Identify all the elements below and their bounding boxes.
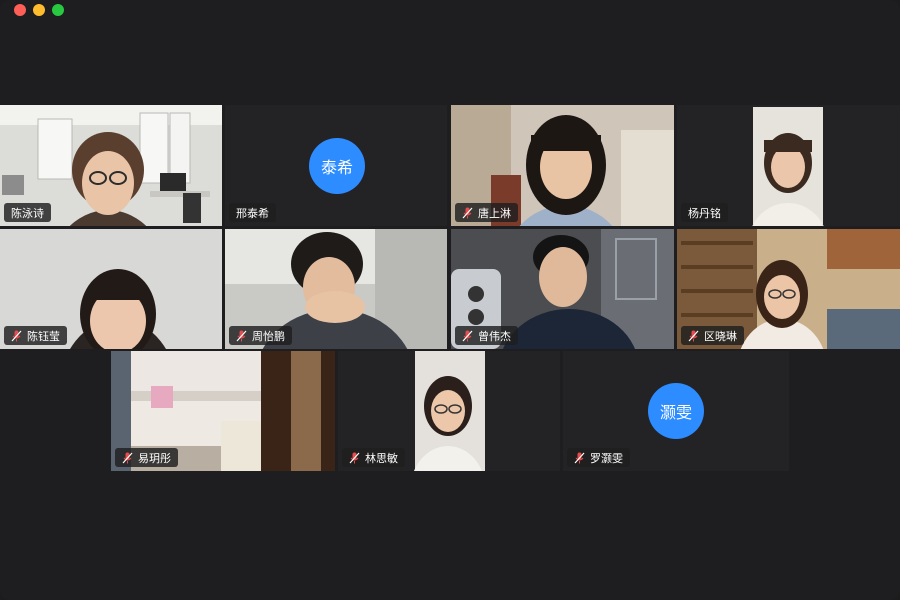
- participant-name-label: 杨丹铭: [681, 203, 728, 222]
- participant-tile[interactable]: 区晓琳: [677, 229, 900, 349]
- participant-tile[interactable]: 陈钰莹: [0, 229, 222, 349]
- participant-tile[interactable]: 陈泳诗: [0, 105, 222, 226]
- participant-tile-active-speaker[interactable]: 杨丹铭: [677, 105, 900, 226]
- participant-tile[interactable]: 唐上淋: [451, 105, 674, 226]
- participant-name: 曾伟杰: [478, 329, 511, 343]
- participant-name-label: 陈钰莹: [4, 326, 67, 345]
- participant-avatar: 泰希: [309, 138, 365, 194]
- participant-name: 唐上淋: [478, 206, 511, 220]
- participant-name: 邢泰希: [236, 206, 269, 220]
- participant-name-label: 陈泳诗: [4, 203, 51, 222]
- participant-name: 易玥彤: [138, 451, 171, 465]
- participant-name: 周怡鹏: [252, 329, 285, 343]
- participant-name-label: 唐上淋: [455, 203, 518, 222]
- close-window-button[interactable]: [14, 4, 26, 16]
- participant-avatar: 灏雯: [648, 383, 704, 439]
- participant-name: 杨丹铭: [688, 206, 721, 220]
- avatar-initials: 泰希: [320, 158, 353, 177]
- mic-muted-icon: [122, 452, 133, 463]
- zoom-window-button[interactable]: [52, 4, 64, 16]
- mic-muted-icon: [11, 330, 22, 341]
- avatar-initials: 灏雯: [659, 403, 692, 422]
- participant-name-label: 罗灏雯: [567, 448, 630, 467]
- participant-name-label: 区晓琳: [681, 326, 744, 345]
- participant-tile[interactable]: 泰希 邢泰希: [225, 105, 447, 226]
- participant-tile[interactable]: 曾伟杰: [451, 229, 674, 349]
- mic-muted-icon: [688, 330, 699, 341]
- participant-tile[interactable]: 周怡鹏: [225, 229, 447, 349]
- participant-name-label: 邢泰希: [229, 203, 276, 222]
- participant-name-label: 易玥彤: [115, 448, 178, 467]
- participant-name-label: 曾伟杰: [455, 326, 518, 345]
- participant-name-label: 周怡鹏: [229, 326, 292, 345]
- mic-muted-icon: [462, 330, 473, 341]
- participant-tile[interactable]: 林思敏: [338, 351, 560, 471]
- participant-name: 罗灏雯: [590, 451, 623, 465]
- mic-muted-icon: [236, 330, 247, 341]
- participant-tile[interactable]: 灏雯 罗灏雯: [563, 351, 789, 471]
- mic-muted-icon: [349, 452, 360, 463]
- mic-muted-icon: [574, 452, 585, 463]
- minimize-window-button[interactable]: [33, 4, 45, 16]
- participant-name: 区晓琳: [704, 329, 737, 343]
- title-bar: [0, 0, 900, 22]
- mic-muted-icon: [462, 207, 473, 218]
- participant-tile[interactable]: 易玥彤: [111, 351, 335, 471]
- participant-name: 林思敏: [365, 451, 398, 465]
- participant-name: 陈泳诗: [11, 206, 44, 220]
- participant-name-label: 林思敏: [342, 448, 405, 467]
- meeting-window: 陈泳诗 泰希 邢泰希 唐上淋 杨丹铭 陈钰莹 周怡鹏 曾伟杰 区晓琳 易玥彤 林…: [0, 0, 900, 600]
- participant-name: 陈钰莹: [27, 329, 60, 343]
